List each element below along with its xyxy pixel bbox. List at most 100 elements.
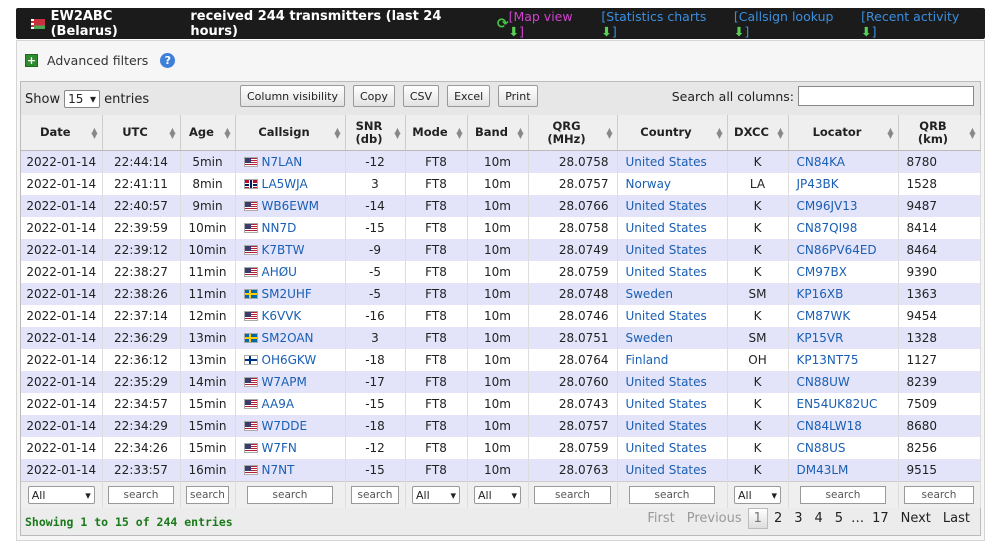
top-link-1[interactable]: [Statistics charts ⬇] (601, 9, 722, 39)
cell-country-text[interactable]: United States (626, 221, 707, 235)
column-header-band[interactable]: Band ▲ ▼ (467, 115, 529, 151)
cell-country[interactable]: United States (617, 437, 728, 459)
cell-call-text[interactable]: SM2UHF (262, 287, 312, 301)
page-last-button[interactable]: Last (937, 508, 976, 529)
cell-country-text[interactable]: Sweden (626, 331, 673, 345)
cell-locator-text[interactable]: KP13NT75 (797, 353, 859, 367)
cell-locator[interactable]: CM96JV13 (788, 195, 899, 217)
cell-call[interactable]: OH6GKW (235, 349, 346, 371)
cell-call-text[interactable]: W7DDE (262, 419, 308, 433)
cell-locator[interactable]: CM87WK (788, 305, 899, 327)
cell-country[interactable]: United States (617, 239, 728, 261)
btn-column-visibility[interactable]: Column visibility (240, 85, 345, 107)
btn-copy[interactable]: Copy (352, 85, 395, 107)
cell-country-text[interactable]: United States (626, 265, 707, 279)
entries-select[interactable]: 15 ▾ (64, 90, 101, 108)
cell-call[interactable]: W7DDE (235, 415, 346, 437)
cell-call[interactable]: K6VVK (235, 305, 346, 327)
column-header-locator[interactable]: Locator ▲ ▼ (788, 115, 899, 151)
cell-country[interactable]: United States (617, 305, 728, 327)
btn-print[interactable]: Print (498, 85, 538, 107)
column-header-callsign[interactable]: Callsign ▲ ▼ (235, 115, 346, 151)
cell-country-text[interactable]: United States (626, 419, 707, 433)
btn-excel[interactable]: Excel (447, 85, 491, 107)
cell-call[interactable]: W7APM (235, 371, 346, 393)
cell-country[interactable]: United States (617, 459, 728, 482)
cell-locator[interactable]: DM43LM (788, 459, 899, 482)
cell-call-text[interactable]: AA9A (262, 397, 295, 411)
column-header-date[interactable]: Date ▲ ▼ (21, 115, 103, 151)
cell-call[interactable]: N7NT (235, 459, 346, 482)
cell-call[interactable]: NN7D (235, 217, 346, 239)
cell-call-text[interactable]: W7APM (262, 375, 307, 389)
cell-locator-text[interactable]: CN84KA (797, 155, 846, 169)
column-header-snr[interactable]: SNR (db) ▲ ▼ (345, 115, 406, 151)
cell-locator-text[interactable]: EN54UK82UC (797, 397, 878, 411)
cell-locator-text[interactable]: CN88UW (797, 375, 850, 389)
search-input[interactable] (798, 86, 974, 106)
cell-locator[interactable]: CN86PV64ED (788, 239, 899, 261)
cell-locator-text[interactable]: CN84LW18 (797, 419, 862, 433)
cell-country[interactable]: United States (617, 150, 728, 173)
cell-locator-text[interactable]: CM96JV13 (797, 199, 858, 213)
page-next-button[interactable]: Next (895, 508, 937, 529)
cell-country[interactable]: United States (617, 217, 728, 239)
cell-country[interactable]: United States (617, 195, 728, 217)
cell-locator[interactable]: CN84KA (788, 150, 899, 173)
cell-call-text[interactable]: NN7D (262, 221, 297, 235)
cell-country[interactable]: United States (617, 261, 728, 283)
cell-locator-text[interactable]: KP15VR (797, 331, 844, 345)
cell-country[interactable]: Norway (617, 173, 728, 195)
cell-call-text[interactable]: W7FN (262, 441, 297, 455)
filter-search-input[interactable]: search (534, 486, 611, 504)
cell-locator[interactable]: CN87QI98 (788, 217, 899, 239)
cell-locator-text[interactable]: CM97BX (797, 265, 847, 279)
cell-country-text[interactable]: Sweden (626, 287, 673, 301)
cell-call-text[interactable]: AHØU (262, 265, 297, 279)
cell-country-text[interactable]: United States (626, 199, 707, 213)
cell-locator-text[interactable]: DM43LM (797, 463, 849, 477)
cell-call[interactable]: WB6EWM (235, 195, 346, 217)
cell-country-text[interactable]: United States (626, 375, 707, 389)
cell-country-text[interactable]: United States (626, 243, 707, 257)
column-header-qrg[interactable]: QRG (MHz) ▲ ▼ (528, 115, 618, 151)
cell-locator[interactable]: CM97BX (788, 261, 899, 283)
cell-call[interactable]: SM2OAN (235, 327, 346, 349)
cell-country-text[interactable]: Norway (626, 177, 672, 191)
help-icon[interactable]: ? (160, 53, 176, 68)
column-header-dxcc[interactable]: DXCC ▲ ▼ (727, 115, 789, 151)
cell-call-text[interactable]: K6VVK (262, 309, 302, 323)
cell-country-text[interactable]: United States (626, 441, 707, 455)
cell-country[interactable]: United States (617, 415, 728, 437)
filter-select[interactable]: All ▾ (412, 486, 460, 504)
column-header-qrb[interactable]: QRB (km) ▲ ▼ (898, 115, 981, 151)
cell-country-text[interactable]: United States (626, 309, 707, 323)
cell-locator-text[interactable]: KP16XB (797, 287, 844, 301)
cell-locator-text[interactable]: CN88US (797, 441, 846, 455)
column-header-mode[interactable]: Mode ▲ ▼ (405, 115, 468, 151)
cell-call[interactable]: W7FN (235, 437, 346, 459)
cell-locator[interactable]: CN88US (788, 437, 899, 459)
filter-search-input[interactable]: search (351, 486, 399, 504)
cell-call-text[interactable]: WB6EWM (262, 199, 320, 213)
cell-call-text[interactable]: SM2OAN (262, 331, 314, 345)
column-header-utc[interactable]: UTC ▲ ▼ (102, 115, 181, 151)
cell-country[interactable]: Sweden (617, 327, 728, 349)
filter-select[interactable]: All ▾ (734, 486, 781, 504)
cell-locator[interactable]: EN54UK82UC (788, 393, 899, 415)
cell-locator-text[interactable]: CN87QI98 (797, 221, 858, 235)
cell-locator-text[interactable]: CM87WK (797, 309, 851, 323)
cell-locator[interactable]: CN88UW (788, 371, 899, 393)
column-header-country[interactable]: Country ▲ ▼ (617, 115, 728, 151)
column-header-age[interactable]: Age ▲ ▼ (180, 115, 236, 151)
cell-country-text[interactable]: United States (626, 397, 707, 411)
cell-country[interactable]: United States (617, 393, 728, 415)
cell-call[interactable]: AA9A (235, 393, 346, 415)
cell-call-text[interactable]: OH6GKW (262, 353, 317, 367)
top-link-3[interactable]: [Recent activity ⬇] (861, 9, 975, 39)
cell-call[interactable]: K7BTW (235, 239, 346, 261)
cell-call[interactable]: AHØU (235, 261, 346, 283)
cell-locator-text[interactable]: CN86PV64ED (797, 243, 877, 257)
cell-country-text[interactable]: United States (626, 463, 707, 477)
cell-country[interactable]: Sweden (617, 283, 728, 305)
